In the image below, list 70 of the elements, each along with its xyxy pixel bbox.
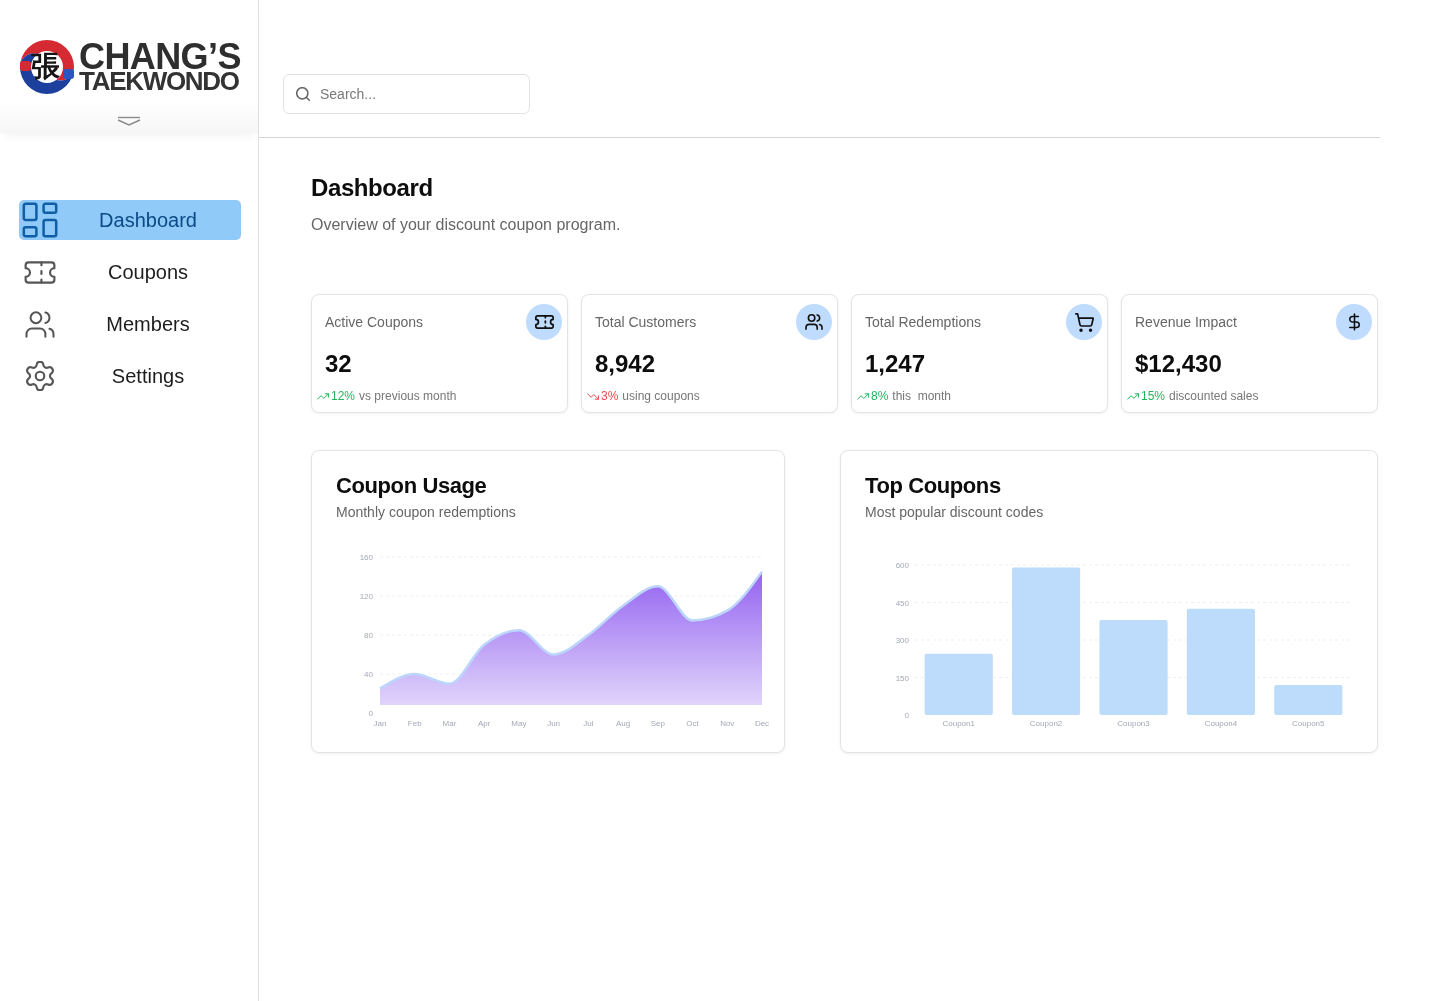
axis-label: May	[511, 719, 527, 728]
dashboard-icon	[22, 202, 58, 238]
axis-label: Sep	[650, 719, 665, 728]
nav-item[interactable]: Dashboard	[19, 200, 241, 240]
users-icon	[25, 310, 55, 338]
page-subtitle: Overview of your discount coupon program.	[311, 215, 622, 235]
stat-value: 32	[324, 350, 353, 378]
brand-tagline: TAEKWONDO	[79, 71, 239, 92]
axis-label: Oct	[686, 719, 699, 728]
ticket-icon	[526, 304, 562, 340]
stat-title: Revenue Impact	[1134, 314, 1237, 330]
stat-title: Active Coupons	[324, 314, 424, 330]
stat-value: 8,942	[594, 350, 657, 378]
page-title: Dashboard	[311, 173, 434, 203]
logo-emblem-icon	[19, 39, 75, 95]
chart-subtitle: Most popular discount codes	[865, 503, 1045, 521]
chart-subtitle: Monthly coupon redemptions	[336, 503, 517, 521]
users-icon	[796, 304, 832, 340]
chart-title: Top Coupons	[865, 473, 1002, 499]
stat-value: $12,430	[1134, 350, 1223, 378]
axis-label: 300	[895, 636, 909, 645]
axis-label: Jan	[373, 719, 387, 728]
stat-note: discounted sales	[1169, 388, 1259, 404]
stat-change: 8%	[871, 388, 889, 404]
axis-label: 600	[895, 561, 909, 570]
logo-character: 張	[31, 50, 60, 83]
bar	[1274, 685, 1343, 715]
search-field[interactable]: Search...	[283, 74, 530, 114]
axis-label: Mar	[442, 719, 457, 728]
axis-label: Coupon4	[1204, 719, 1238, 728]
axis-label: 0	[904, 711, 909, 720]
search-icon	[296, 87, 310, 101]
dollar-sign-icon	[1336, 304, 1372, 340]
axis-label: Nov	[720, 719, 735, 728]
stat-change: 15%	[1141, 388, 1166, 404]
chart-title: Coupon Usage	[336, 473, 488, 499]
axis-label: Aug	[615, 719, 631, 728]
settings-icon	[25, 361, 55, 391]
stat-change: 12%	[331, 388, 356, 404]
stat-title: Total Customers	[594, 314, 697, 330]
axis-label: Coupon5	[1292, 719, 1325, 728]
stat-note: vs previous month	[359, 388, 457, 404]
axis-label: Coupon2	[1029, 719, 1063, 728]
brand-name: CHANG’S	[79, 42, 241, 71]
axis-label: 150	[895, 673, 909, 683]
shopping-cart-icon	[1066, 304, 1102, 340]
axis-label: Apr	[477, 719, 491, 728]
axis-label: 0	[368, 709, 373, 718]
axis-label: Feb	[407, 719, 422, 728]
axis-label: Jun	[547, 719, 561, 728]
stat-title: Total Redemptions	[864, 314, 981, 330]
axis-label: Coupon1	[942, 719, 975, 728]
axis-label: Dec	[754, 719, 770, 728]
stat-value: 1,247	[864, 350, 927, 378]
chevron-down-icon[interactable]	[117, 116, 141, 126]
axis-label: 120	[359, 592, 373, 601]
nav-item[interactable]: Coupons	[19, 252, 241, 292]
axis-label: 450	[895, 598, 909, 608]
axis-label: Coupon3	[1117, 719, 1150, 728]
stat-note: using coupons	[622, 388, 700, 404]
nav-item[interactable]: Members	[19, 304, 241, 344]
axis-label: 160	[359, 553, 373, 562]
bar	[924, 653, 993, 715]
axis-label: 40	[364, 670, 373, 679]
ticket-icon	[24, 260, 56, 284]
axis-label: Jul	[583, 719, 594, 728]
stat-note: this month	[892, 388, 952, 404]
axis-label: 80	[364, 631, 373, 640]
stat-change: 3%	[601, 388, 619, 404]
nav-item[interactable]: Settings	[19, 356, 241, 396]
